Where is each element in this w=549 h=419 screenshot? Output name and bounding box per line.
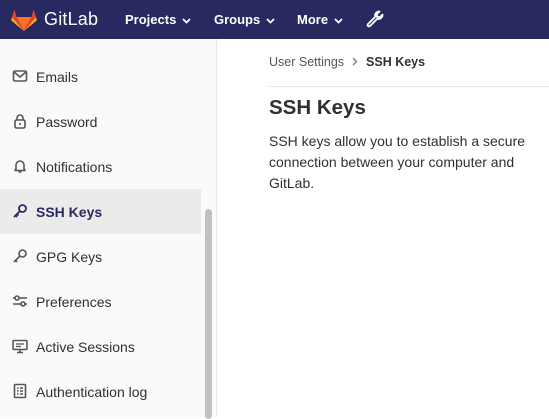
breadcrumb: User Settings SSH Keys — [269, 55, 425, 69]
nav-groups-label: Groups — [214, 12, 261, 27]
sidebar-item-label: Password — [36, 113, 98, 130]
sliders-icon — [12, 293, 28, 309]
breadcrumb-current[interactable]: SSH Keys — [366, 55, 425, 69]
key-icon — [12, 248, 28, 264]
sidebar-item-ssh-keys[interactable]: SSH Keys — [0, 189, 201, 234]
nav-projects-dropdown[interactable]: Projects — [125, 0, 191, 39]
sidebar-item-label: GPG Keys — [36, 248, 103, 265]
mail-icon — [12, 68, 28, 84]
breadcrumb-divider — [269, 86, 549, 87]
sidebar-item-label: SSH Keys — [36, 203, 103, 220]
monitor-icon — [12, 338, 28, 354]
brand-name: GitLab — [44, 9, 99, 29]
gitlab-home-link[interactable]: GitLab — [11, 0, 98, 39]
settings-sidebar: Emails Password Notifications SSH Keys G… — [0, 39, 202, 417]
sidebar-item-label: Authentication log — [36, 383, 148, 400]
chevron-right-icon — [352, 55, 358, 69]
sidebar-item-authentication-log[interactable]: Authentication log — [0, 369, 201, 414]
sidebar-item-label: Active Sessions — [36, 338, 135, 355]
page-description: SSH keys allow you to establish a secure… — [269, 133, 526, 191]
gitlab-tanuki-icon — [11, 9, 37, 31]
sidebar-item-password[interactable]: Password — [0, 99, 201, 144]
breadcrumb-user-settings-link[interactable]: User Settings — [269, 55, 344, 69]
page-title: SSH Keys — [269, 96, 366, 119]
sidebar-item-label: Notifications — [36, 158, 113, 175]
bell-icon — [12, 158, 28, 174]
sidebar-item-label: Emails — [36, 68, 79, 85]
key-icon — [12, 203, 28, 219]
chevron-down-icon — [182, 12, 191, 27]
sidebar-item-notifications[interactable]: Notifications — [0, 144, 201, 189]
sidebar-item-emails[interactable]: Emails — [0, 54, 201, 99]
lock-icon — [12, 113, 28, 129]
sidebar-scrollbar[interactable] — [201, 39, 217, 419]
nav-projects-label: Projects — [125, 12, 177, 27]
sidebar-item-preferences[interactable]: Preferences — [0, 279, 201, 324]
nav-more-label: More — [297, 12, 329, 27]
sidebar-item-active-sessions[interactable]: Active Sessions — [0, 324, 201, 369]
chevron-down-icon — [334, 12, 343, 27]
sidebar-item-label: Preferences — [36, 293, 112, 310]
admin-area-wrench-icon[interactable] — [366, 10, 384, 33]
nav-more-dropdown[interactable]: More — [297, 0, 343, 39]
scrollbar-thumb[interactable] — [205, 209, 212, 419]
nav-groups-dropdown[interactable]: Groups — [214, 0, 275, 39]
log-icon — [12, 383, 28, 399]
top-navbar: GitLab Projects Groups More — [0, 0, 549, 39]
sidebar-item-gpg-keys[interactable]: GPG Keys — [0, 234, 201, 279]
chevron-down-icon — [266, 12, 275, 27]
